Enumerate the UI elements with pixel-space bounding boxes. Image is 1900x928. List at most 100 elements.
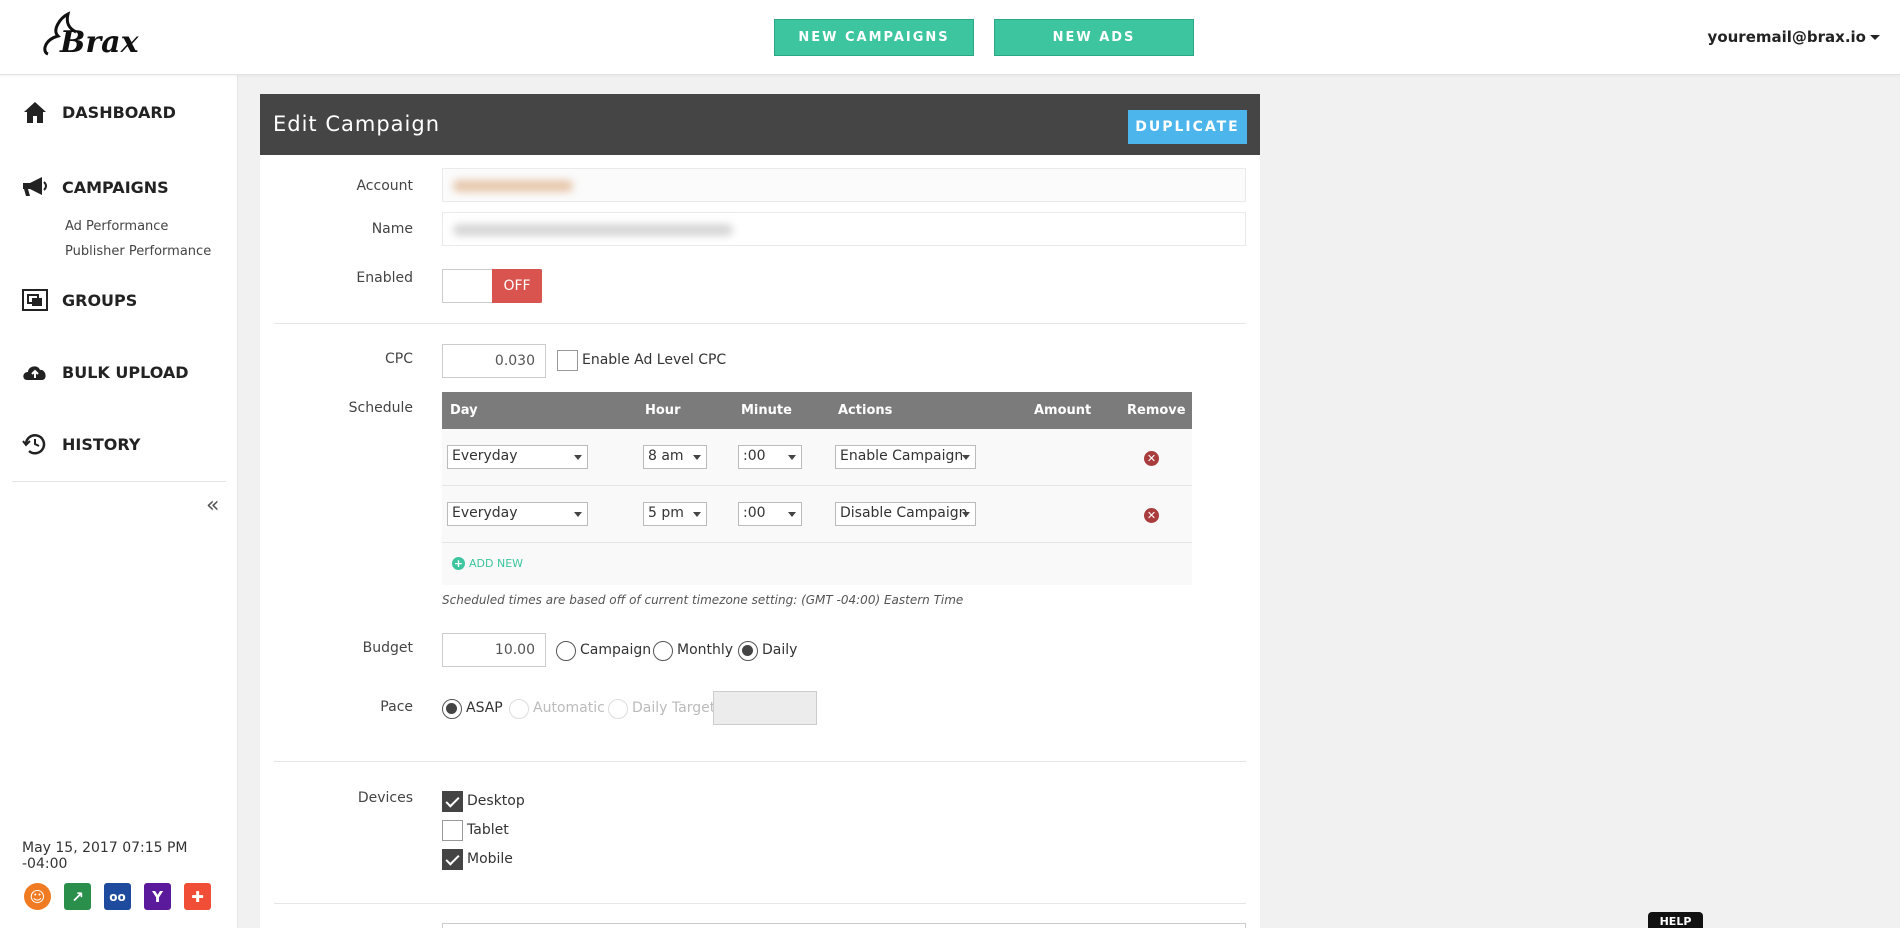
account-field[interactable]	[442, 168, 1246, 202]
sidebar-item-campaigns[interactable]: CAMPAIGNS	[20, 174, 169, 200]
add-new-button[interactable]: + ADD NEW	[452, 557, 523, 570]
minute-select[interactable]: :00	[738, 502, 802, 526]
pace-daily-target-label: Daily Target	[632, 700, 716, 716]
edit-campaign-panel: Edit Campaign DUPLICATE Account Name Ena…	[260, 94, 1260, 928]
device-desktop-checkbox[interactable]	[442, 791, 463, 812]
user-email: youremail@brax.io	[1707, 28, 1866, 46]
column-header-minute: Minute	[741, 403, 792, 418]
sidebar-subitem-publisher-performance[interactable]: Publisher Performance	[65, 244, 211, 259]
enabled-label: Enabled	[356, 270, 413, 286]
device-mobile-label: Mobile	[467, 851, 513, 867]
sidebar-item-groups[interactable]: GROUPS	[20, 287, 137, 313]
plus-circle-icon: +	[452, 557, 465, 570]
toggle-off-state: OFF	[492, 269, 542, 303]
name-field[interactable]	[442, 212, 1246, 246]
taboola-icon[interactable]: oo	[104, 883, 131, 910]
add-new-label: ADD NEW	[469, 557, 524, 570]
column-header-amount: Amount	[1034, 403, 1092, 418]
brax-logo-icon: Brax	[43, 11, 140, 60]
brax-logo[interactable]: Brax	[38, 10, 148, 62]
svg-text:Brax: Brax	[59, 25, 140, 60]
day-select[interactable]: Everyday	[447, 502, 588, 526]
revcontent-icon[interactable]: ↗	[64, 883, 91, 910]
section-divider	[274, 761, 1246, 762]
remove-row-icon[interactable]: ✕	[1144, 508, 1159, 523]
page-title: Edit Campaign	[273, 112, 441, 136]
budget-campaign-label: Campaign	[580, 642, 652, 658]
schedule-row: Everyday 5 pm :00 Disable Campaign ✕	[442, 486, 1192, 543]
section-divider	[274, 903, 1246, 904]
collapse-sidebar-icon[interactable]: «	[206, 493, 219, 518]
sidebar-item-label: CAMPAIGNS	[62, 177, 169, 197]
yahoo-icon[interactable]: Y	[144, 883, 171, 910]
enabled-toggle[interactable]: OFF	[442, 269, 542, 303]
next-field-partial	[442, 923, 1246, 928]
contentad-icon[interactable]: ✚	[184, 883, 211, 910]
sidebar-item-dashboard[interactable]: DASHBOARD	[20, 99, 176, 125]
outbrain-icon[interactable]: ☺	[24, 883, 51, 910]
megaphone-icon	[23, 177, 47, 196]
column-header-remove: Remove	[1127, 403, 1186, 418]
user-menu[interactable]: youremail@brax.io	[1708, 28, 1880, 46]
pace-asap-radio[interactable]	[442, 699, 462, 719]
action-select[interactable]: Disable Campaign	[835, 502, 976, 526]
account-value-blurred	[453, 180, 573, 192]
sidebar-item-label: DASHBOARD	[62, 102, 176, 122]
sidebar: DASHBOARD CAMPAIGNS Ad Performance Publi…	[0, 75, 238, 928]
minute-select[interactable]: :00	[738, 445, 802, 469]
add-new-row: + ADD NEW	[442, 543, 1192, 585]
hour-select[interactable]: 5 pm	[643, 502, 707, 526]
budget-monthly-radio[interactable]	[653, 641, 673, 661]
budget-label: Budget	[362, 640, 413, 656]
duplicate-button[interactable]: DUPLICATE	[1128, 110, 1247, 144]
sidebar-item-label: GROUPS	[62, 290, 138, 310]
history-icon	[22, 434, 46, 455]
budget-daily-radio[interactable]	[738, 641, 758, 661]
schedule-label: Schedule	[348, 400, 413, 416]
cpc-label: CPC	[385, 351, 413, 367]
schedule-row: Everyday 8 am :00 Enable Campaign ✕	[442, 429, 1192, 486]
pace-label: Pace	[380, 699, 413, 715]
daily-target-input[interactable]	[713, 691, 817, 725]
panel-header: Edit Campaign DUPLICATE	[260, 94, 1260, 155]
pace-automatic-radio[interactable]	[509, 699, 529, 719]
current-datetime: May 15, 2017 07:15 PM -04:00	[22, 840, 188, 872]
name-value-blurred	[453, 224, 733, 236]
pace-automatic-label: Automatic	[533, 700, 605, 716]
schedule-timezone-note: Scheduled times are based off of current…	[442, 593, 964, 607]
day-select[interactable]: Everyday	[447, 445, 588, 469]
budget-monthly-label: Monthly	[677, 642, 734, 658]
column-header-actions: Actions	[838, 403, 893, 418]
sidebar-item-label: BULK UPLOAD	[62, 362, 189, 382]
sidebar-item-history[interactable]: HISTORY	[20, 431, 140, 457]
schedule-header: Day Hour Minute Actions Amount Remove	[442, 392, 1192, 429]
action-select[interactable]: Enable Campaign	[835, 445, 976, 469]
budget-campaign-radio[interactable]	[556, 641, 576, 661]
new-campaigns-button[interactable]: NEW CAMPAIGNS	[774, 19, 974, 56]
help-button[interactable]: HELP	[1648, 912, 1703, 928]
pace-asap-label: ASAP	[466, 700, 503, 716]
sidebar-item-label: HISTORY	[62, 434, 141, 454]
hour-select[interactable]: 8 am	[643, 445, 707, 469]
device-mobile-checkbox[interactable]	[442, 849, 463, 870]
column-header-hour: Hour	[645, 403, 681, 418]
cpc-input[interactable]: 0.030	[442, 344, 546, 378]
device-desktop-label: Desktop	[467, 793, 525, 809]
name-label: Name	[371, 221, 413, 237]
device-tablet-checkbox[interactable]	[442, 820, 463, 841]
pace-daily-target-radio[interactable]	[608, 699, 628, 719]
device-tablet-label: Tablet	[467, 822, 509, 838]
new-ads-button[interactable]: NEW ADS	[994, 19, 1194, 56]
home-icon	[24, 102, 46, 123]
sidebar-subitem-ad-performance[interactable]: Ad Performance	[65, 219, 168, 234]
remove-row-icon[interactable]: ✕	[1144, 451, 1159, 466]
column-header-day: Day	[450, 403, 478, 418]
sidebar-item-bulk-upload[interactable]: BULK UPLOAD	[20, 359, 189, 385]
enable-ad-level-cpc-checkbox[interactable]	[557, 350, 578, 371]
caret-down-icon	[1870, 34, 1880, 40]
section-divider	[274, 323, 1246, 324]
budget-daily-label: Daily	[762, 642, 798, 658]
schedule-table: Day Hour Minute Actions Amount Remove Ev…	[442, 392, 1192, 585]
budget-input[interactable]: 10.00	[442, 633, 546, 667]
enable-ad-level-cpc-label: Enable Ad Level CPC	[582, 352, 727, 368]
